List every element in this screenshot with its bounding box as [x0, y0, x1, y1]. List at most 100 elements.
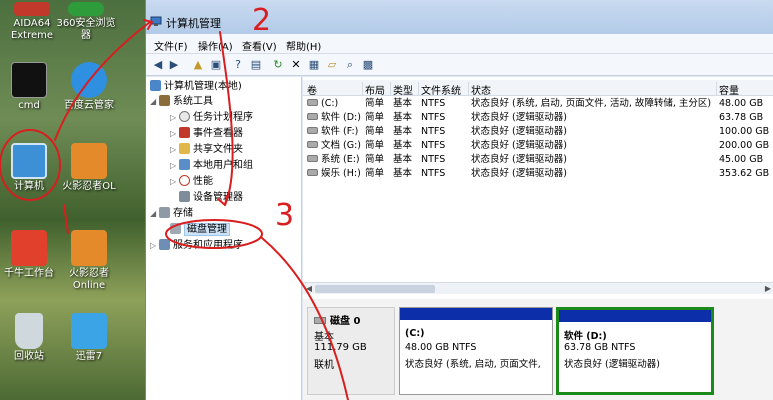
- expand-icon[interactable]: ▷: [170, 175, 179, 189]
- disk-icon: [314, 317, 326, 324]
- back-icon[interactable]: ◀: [150, 57, 166, 73]
- col-filesystem[interactable]: 文件系统: [421, 82, 469, 97]
- volume-label: 系统 (E:): [321, 154, 360, 165]
- col-volume[interactable]: 卷: [307, 82, 363, 97]
- volume-row[interactable]: 娱乐 (H:) 简单 基本 NTFS 状态良好 (逻辑驱动器) 353.62 GB: [303, 167, 773, 181]
- volume-name: 软件 (D:): [307, 111, 365, 125]
- tree-local-users[interactable]: ▷ 本地用户和组: [170, 159, 253, 173]
- volume-layout: 简单: [365, 126, 385, 137]
- tree-disk-management[interactable]: 磁盘管理: [170, 223, 230, 237]
- scroll-left-icon[interactable]: ◀: [303, 283, 315, 295]
- volume-row[interactable]: 文档 (G:) 简单 基本 NTFS 状态良好 (逻辑驱动器) 200.00 GB: [303, 139, 773, 153]
- expand-icon[interactable]: ▷: [170, 127, 179, 141]
- navigation-tree: 计算机管理(本地) ◢ 系统工具 ▷ 任务计划程序 ▷ 事件查看器 ▷ 共享文件夹 ▷ 本…: [146, 77, 302, 400]
- desktop-icon-label: 火影忍者 Online: [69, 268, 109, 291]
- menu-view[interactable]: 查看(V): [242, 38, 277, 53]
- drive-icon: [307, 113, 318, 120]
- collapse-icon[interactable]: ◢: [150, 207, 159, 221]
- performance-icon: [179, 175, 190, 186]
- terminal-icon: [11, 62, 47, 98]
- tree-storage[interactable]: ◢ 存储: [150, 207, 193, 221]
- volume-name: 娱乐 (H:): [307, 167, 365, 181]
- expand-icon[interactable]: ▷: [150, 239, 159, 253]
- desktop-icon-cmd[interactable]: cmd: [0, 62, 61, 112]
- desktop-icon-baidu-cloud[interactable]: 百度云管家: [57, 62, 121, 112]
- tree-performance[interactable]: ▷ 性能: [170, 175, 213, 189]
- expand-icon[interactable]: ▷: [170, 111, 179, 125]
- volume-layout: 简单: [365, 98, 385, 109]
- view-icon[interactable]: ▤: [248, 57, 264, 73]
- col-status[interactable]: 状态: [471, 82, 717, 97]
- up-icon[interactable]: ▲: [190, 57, 206, 73]
- expand-icon[interactable]: ▷: [170, 143, 179, 157]
- volume-filesystem: NTFS: [421, 154, 446, 165]
- tree-services-apps[interactable]: ▷ 服务和应用程序: [150, 239, 243, 253]
- tree-shared-folders[interactable]: ▷ 共享文件夹: [170, 143, 243, 157]
- computer-management-window: 计算机管理 文件(F) 操作(A) 查看(V) 帮助(H) ◀ ▶ ▲ ▣ ? …: [145, 0, 773, 400]
- desktop-icon-naruto-online[interactable]: 火影忍者 Online: [57, 230, 121, 292]
- window-title: 计算机管理: [166, 17, 221, 30]
- desktop-icon-xunlei[interactable]: 迅雷7: [57, 313, 121, 363]
- settings-icon[interactable]: ▩: [360, 57, 376, 73]
- desktop-icon-naruto-ol[interactable]: 火影忍者OL: [57, 143, 121, 193]
- title-bar[interactable]: 计算机管理: [146, 0, 773, 34]
- partition-bar: [559, 310, 711, 322]
- menu-file[interactable]: 文件(F): [154, 38, 188, 53]
- volume-layout: 简单: [365, 154, 385, 165]
- desktop-icon-computer[interactable]: 计算机: [0, 143, 61, 193]
- volume-row[interactable]: 软件 (F:) 简单 基本 NTFS 状态良好 (逻辑驱动器) 100.00 GB: [303, 125, 773, 139]
- forward-icon[interactable]: ▶: [166, 57, 182, 73]
- volume-capacity: 100.00 GB: [719, 126, 770, 137]
- tree-label: 系统工具: [173, 96, 213, 107]
- partition-c[interactable]: (C:) 48.00 GB NTFS 状态良好 (系统, 启动, 页面文件,: [399, 307, 553, 395]
- help-icon[interactable]: ?: [230, 57, 246, 73]
- partition-status: 状态良好 (逻辑驱动器): [564, 359, 660, 370]
- volume-row[interactable]: 系统 (E:) 简单 基本 NTFS 状态良好 (逻辑驱动器) 45.00 GB: [303, 153, 773, 167]
- desktop-icon-recycle-bin[interactable]: 回收站: [0, 313, 61, 363]
- delete-icon[interactable]: ✕: [288, 57, 304, 73]
- tree-system-tools[interactable]: ◢ 系统工具: [150, 95, 213, 109]
- col-layout[interactable]: 布局: [365, 82, 391, 97]
- volume-capacity: 48.00 GB: [719, 98, 764, 109]
- tree-root[interactable]: 计算机管理(本地): [150, 80, 242, 94]
- volume-capacity: 353.62 GB: [719, 168, 770, 179]
- volume-capacity: 63.78 GB: [719, 112, 764, 123]
- col-capacity[interactable]: 容量: [719, 82, 773, 97]
- clock-icon: [179, 111, 190, 122]
- disk-0-info[interactable]: 磁盘 0 基本 111.79 GB 联机: [307, 307, 395, 395]
- col-type[interactable]: 类型: [393, 82, 419, 97]
- volume-layout: 简单: [365, 168, 385, 179]
- tree-event-viewer[interactable]: ▷ 事件查看器: [170, 127, 243, 141]
- volume-type: 基本: [393, 112, 413, 123]
- tree-label: 任务计划程序: [193, 112, 253, 123]
- expand-icon[interactable]: ▷: [170, 159, 179, 173]
- users-icon: [179, 159, 190, 170]
- tree-device-manager[interactable]: 设备管理器: [179, 191, 243, 205]
- collapse-icon[interactable]: ◢: [150, 95, 159, 109]
- partition-d[interactable]: 软件 (D:) 63.78 GB NTFS 状态良好 (逻辑驱动器): [556, 307, 714, 395]
- volume-type: 基本: [393, 154, 413, 165]
- partition-size: 63.78 GB NTFS: [564, 342, 636, 353]
- volume-type: 基本: [393, 140, 413, 151]
- disk-name: 磁盘 0: [314, 312, 360, 327]
- desktop-icon-360browser[interactable]: 360安全浏览 器: [54, 2, 118, 42]
- refresh-icon[interactable]: ↻: [270, 57, 286, 73]
- tree-task-scheduler[interactable]: ▷ 任务计划程序: [170, 111, 253, 125]
- volume-row[interactable]: 软件 (D:) 简单 基本 NTFS 状态良好 (逻辑驱动器) 63.78 GB: [303, 111, 773, 125]
- volume-type: 基本: [393, 98, 413, 109]
- find-icon[interactable]: ⌕: [342, 57, 358, 73]
- open-icon[interactable]: ▱: [324, 57, 340, 73]
- show-hide-tree-icon[interactable]: ▣: [208, 57, 224, 73]
- volume-row[interactable]: (C:) 简单 基本 NTFS 状态良好 (系统, 启动, 页面文件, 活动, 故障转储…: [303, 97, 773, 111]
- disk-graphical-pane: 磁盘 0 基本 111.79 GB 联机 (C:) 48.00 GB NTFS …: [303, 299, 773, 400]
- desktop-icon-label: 火影忍者OL: [62, 181, 116, 192]
- storage-icon: [159, 207, 170, 218]
- scroll-right-icon[interactable]: ▶: [762, 283, 773, 295]
- desktop-icon-label: 计算机: [14, 181, 44, 192]
- menu-help[interactable]: 帮助(H): [286, 38, 321, 53]
- menu-action[interactable]: 操作(A): [198, 38, 233, 53]
- properties-icon[interactable]: ▦: [306, 57, 322, 73]
- desktop-icon-qianniu[interactable]: 千牛工作台: [0, 230, 61, 280]
- horizontal-scrollbar[interactable]: ◀ ▶: [303, 282, 773, 294]
- scroll-thumb[interactable]: [315, 285, 435, 293]
